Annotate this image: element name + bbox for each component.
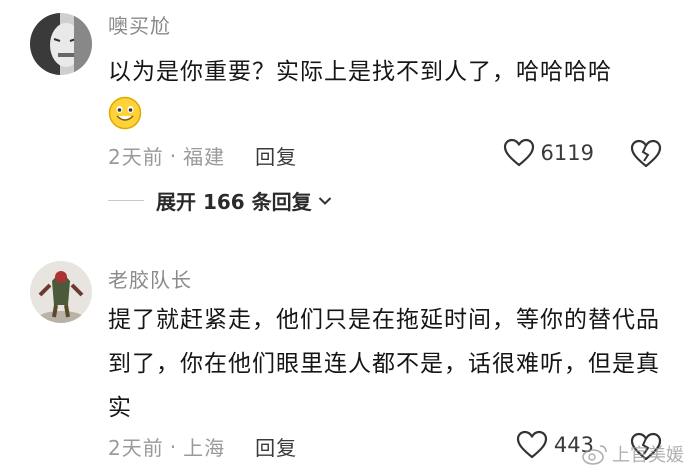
comment-text: 提了就赶紧走，他们只是在拖延时间，等你的替代品到了，你在他们眼里连人都不是，话很… — [108, 307, 660, 421]
comment-location: 福建 — [183, 145, 226, 169]
comment-item: 噢买尬 以为是你重要？实际上是找不到人了，哈哈哈哈 2天前 · 福建 回复 61… — [0, 0, 690, 232]
meta-separator: · — [169, 143, 178, 168]
comment-time: 2天前 — [108, 436, 164, 460]
avatar[interactable] — [30, 261, 92, 323]
comment-meta: 2天前 · 上海 回复 — [108, 432, 297, 461]
meta-separator: · — [169, 434, 178, 459]
watermark: 上官美媛 — [582, 441, 684, 467]
comment-time: 2天前 — [108, 145, 164, 169]
like-count: 6119 — [540, 141, 594, 165]
username[interactable]: 老胶队长 — [108, 264, 192, 293]
expand-replies-label: 展开 166 条回复 — [156, 190, 312, 214]
heart-icon — [516, 430, 548, 459]
comment-item: 老胶队长 提了就赶紧走，他们只是在拖延时间，等你的替代品到了，你在他们眼里连人都… — [0, 246, 690, 473]
comment-text: 以为是你重要？实际上是找不到人了，哈哈哈哈 — [108, 59, 612, 85]
watermark-text: 上官美媛 — [612, 445, 684, 466]
smiling-face-emoji-icon — [108, 96, 142, 130]
weibo-logo-icon — [582, 445, 607, 465]
comment-location: 上海 — [183, 436, 226, 460]
broken-heart-icon[interactable] — [630, 139, 662, 169]
avatar[interactable] — [30, 13, 92, 75]
reply-button[interactable]: 回复 — [255, 432, 297, 461]
reply-button[interactable]: 回复 — [255, 141, 297, 170]
comment-meta: 2天前 · 福建 回复 — [108, 141, 297, 170]
chevron-down-icon — [318, 196, 331, 205]
expand-replies-button[interactable]: 展开 166 条回复 — [108, 186, 332, 215]
heart-icon — [503, 138, 534, 167]
username[interactable]: 噢买尬 — [108, 10, 171, 39]
like-button[interactable]: 6119 — [503, 138, 594, 168]
divider-line — [108, 200, 144, 201]
